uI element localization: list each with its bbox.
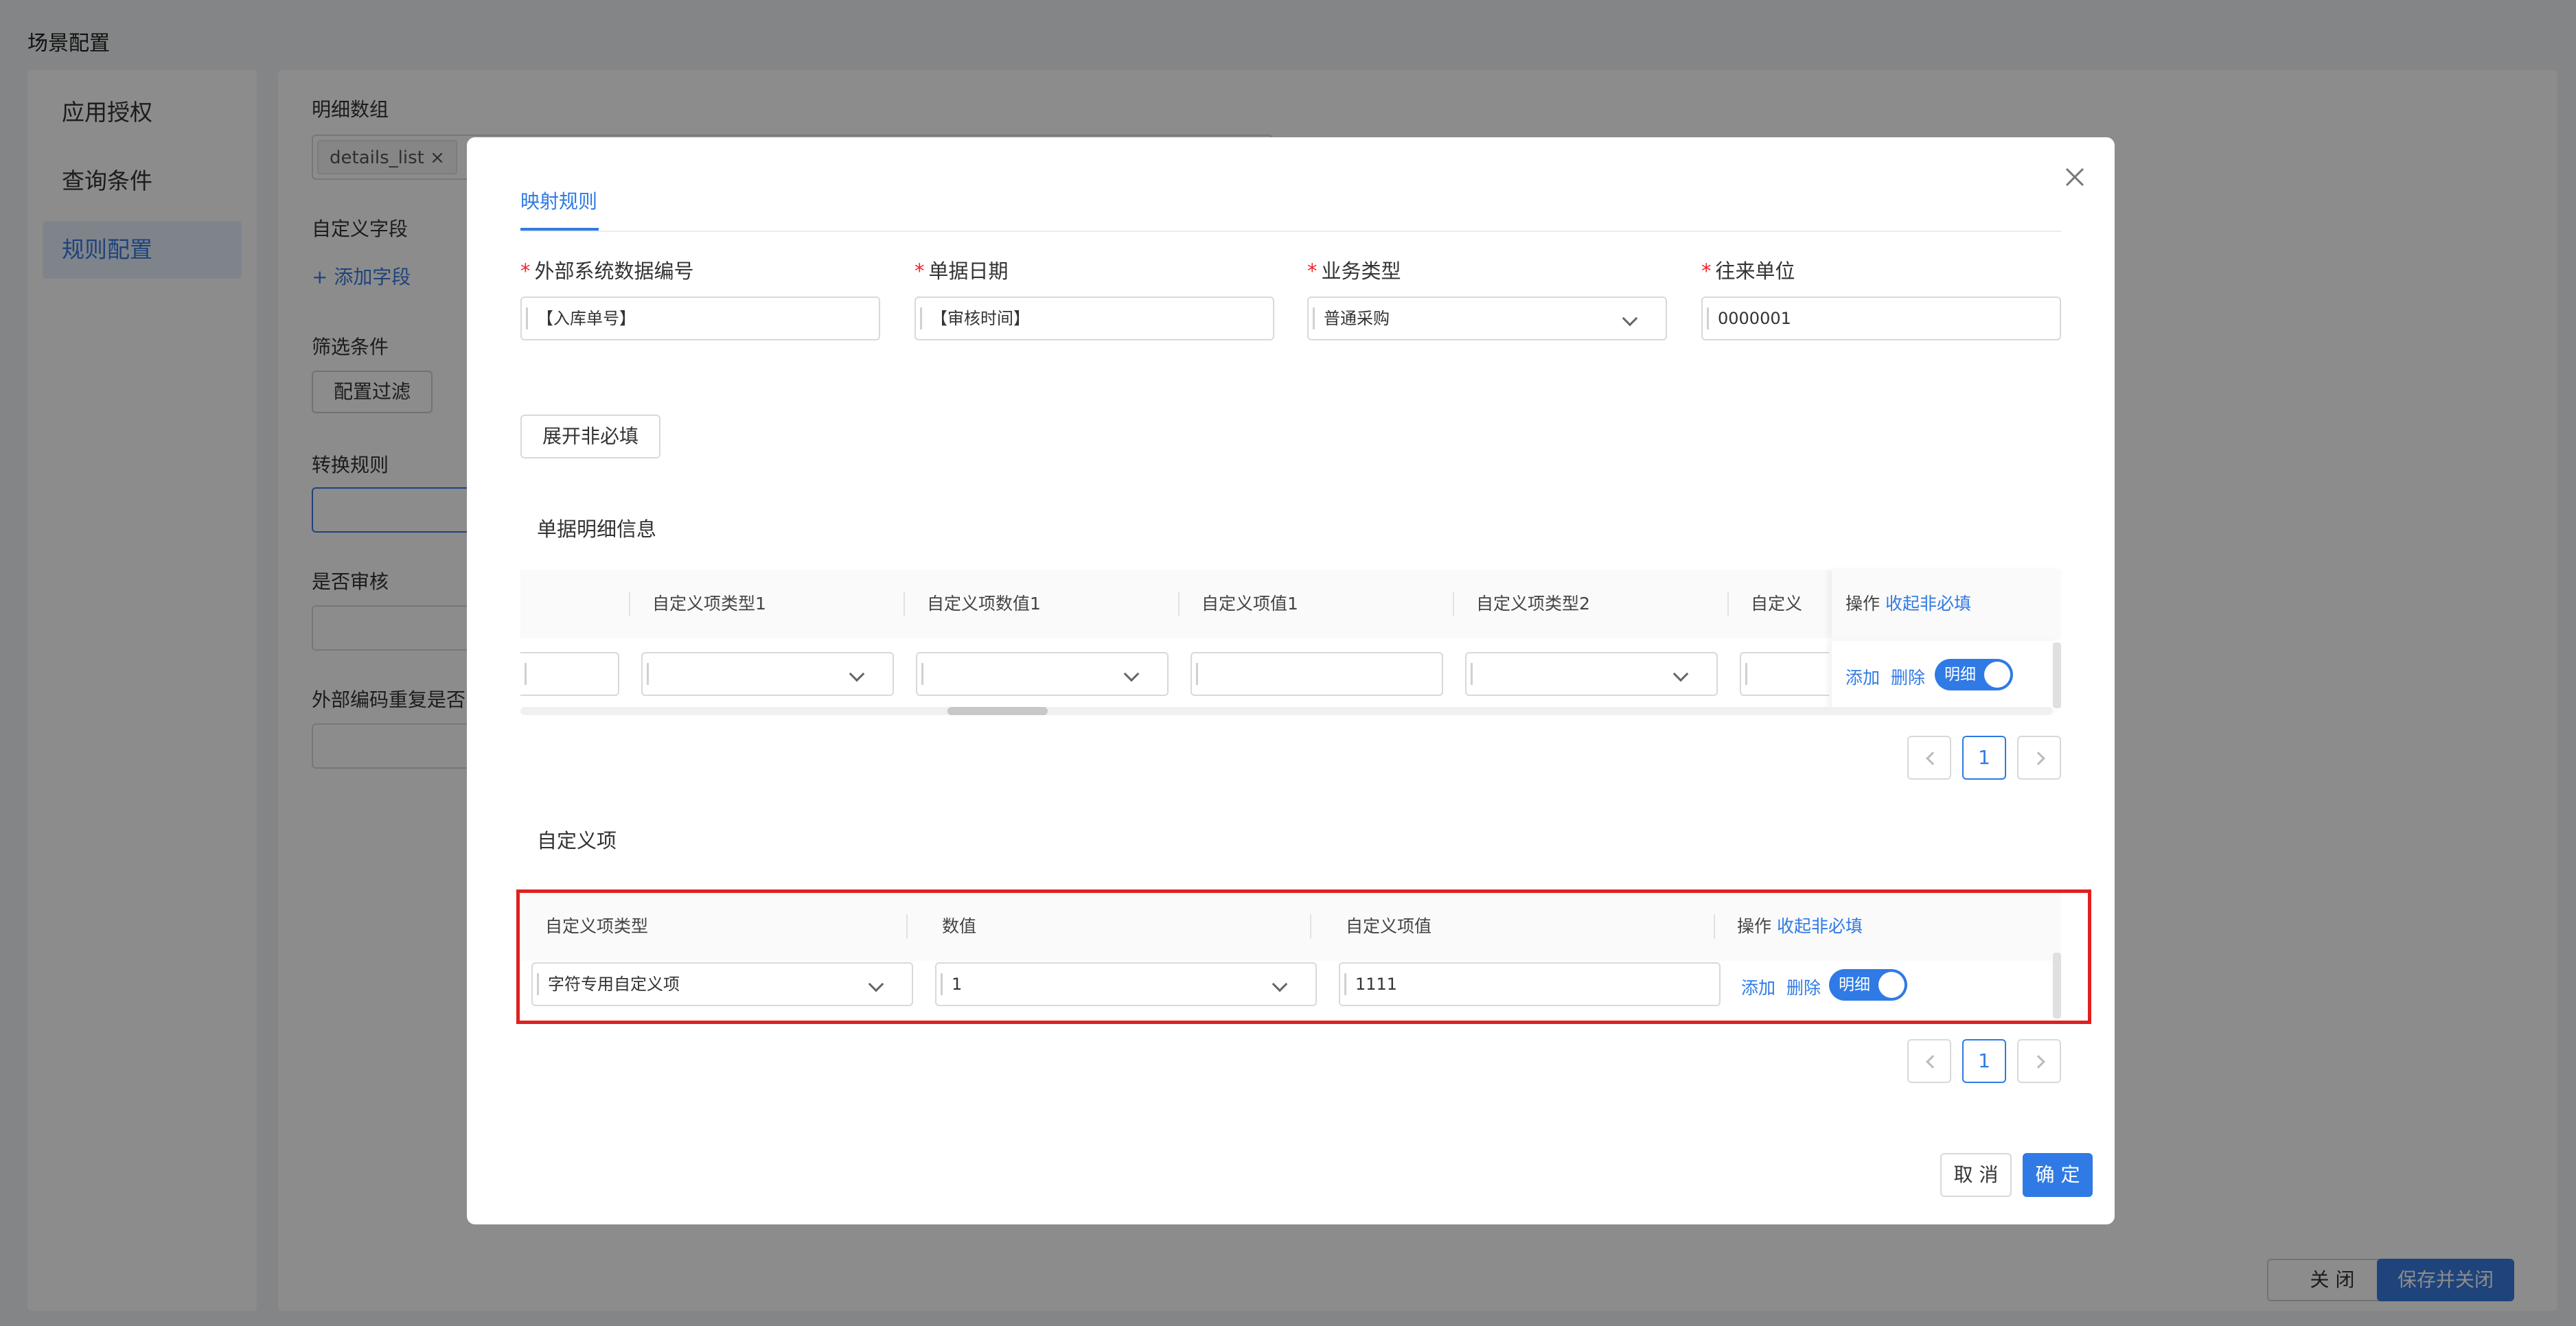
- next-page-button[interactable]: [2017, 1039, 2061, 1083]
- detail-type1-select[interactable]: [641, 652, 894, 696]
- field-label-partner: * 往来单位: [1701, 259, 1795, 283]
- detail-value1-input[interactable]: [1191, 652, 1443, 696]
- close-icon[interactable]: [2062, 165, 2087, 189]
- add-link[interactable]: 添加: [1845, 664, 1880, 689]
- field-label-biz-type: * 业务类型: [1307, 259, 1401, 283]
- horizontal-scrollbar-track[interactable]: [520, 707, 2053, 715]
- detail-op-cell: 添加 删除 明细: [1832, 641, 2061, 710]
- highlight-box: [516, 889, 2091, 1024]
- chevron-left-icon: [1926, 752, 1940, 765]
- op-col-header: 操作 收起非必填: [1832, 570, 2061, 638]
- chevron-down-icon: [1672, 666, 1689, 682]
- tab-mapping-rule[interactable]: 映射规则: [520, 187, 597, 214]
- page-1-button[interactable]: 1: [1962, 1039, 2006, 1083]
- bill-date-input[interactable]: 【审核时间】: [915, 296, 1274, 340]
- next-page-button[interactable]: [2017, 736, 2061, 780]
- chevron-left-icon: [1926, 1055, 1940, 1069]
- field-label-bill-date: * 单据日期: [915, 259, 1009, 283]
- prev-page-button[interactable]: [1907, 1039, 1951, 1083]
- biz-type-select[interactable]: 普通采购: [1307, 296, 1667, 340]
- chevron-right-icon: [2032, 752, 2045, 765]
- custom-section-title: 自定义项: [537, 829, 617, 852]
- detail-num1-select[interactable]: [916, 652, 1169, 696]
- collapse-optional-link[interactable]: 收起非必填: [1885, 594, 1971, 614]
- detail-num2-input[interactable]: [1740, 652, 1829, 696]
- tab-divider: [520, 231, 2061, 232]
- page-1-button[interactable]: 1: [1962, 736, 2006, 780]
- vertical-scrollbar[interactable]: [2053, 642, 2061, 708]
- ok-button[interactable]: 确 定: [2023, 1153, 2093, 1197]
- detail-toggle[interactable]: 明细: [1935, 659, 2013, 690]
- col-header: 自定义项数: [1751, 594, 1803, 614]
- prev-page-button[interactable]: [1907, 736, 1951, 780]
- col-header: 自定义项数值1: [927, 594, 1041, 614]
- horizontal-scrollbar-thumb[interactable]: [947, 707, 1048, 715]
- col-header: 自定义项类型1: [652, 594, 766, 614]
- delete-link[interactable]: 删除: [1891, 664, 1925, 689]
- partner-input[interactable]: 0000001: [1701, 296, 2061, 340]
- detail-section-title: 单据明细信息: [537, 517, 657, 541]
- chevron-down-icon: [1123, 666, 1140, 682]
- mapping-rule-dialog: 映射规则 * 外部系统数据编号 【入库单号】 * 单据日期 【审核时间】 * 业务类型…: [467, 137, 2115, 1224]
- col-header: 自定义项值1: [1201, 594, 1298, 614]
- col-header: 自定义项类型2: [1476, 594, 1590, 614]
- detail-type2-select[interactable]: [1465, 652, 1718, 696]
- chevron-down-icon: [1622, 310, 1638, 327]
- chevron-down-icon: [849, 666, 865, 682]
- cancel-button[interactable]: 取 消: [1940, 1153, 2012, 1197]
- detail-table-header: 自定义项类型1 自定义项数值1 自定义项值1 自定义项类型2 自定义项数 操作 …: [520, 570, 2061, 638]
- chevron-right-icon: [2032, 1055, 2045, 1069]
- expand-optional-button[interactable]: 展开非必填: [520, 415, 660, 458]
- field-label-ext-data-no: * 外部系统数据编号: [520, 259, 694, 283]
- detail-cell-input[interactable]: [520, 652, 619, 696]
- ext-data-no-input[interactable]: 【入库单号】: [520, 296, 880, 340]
